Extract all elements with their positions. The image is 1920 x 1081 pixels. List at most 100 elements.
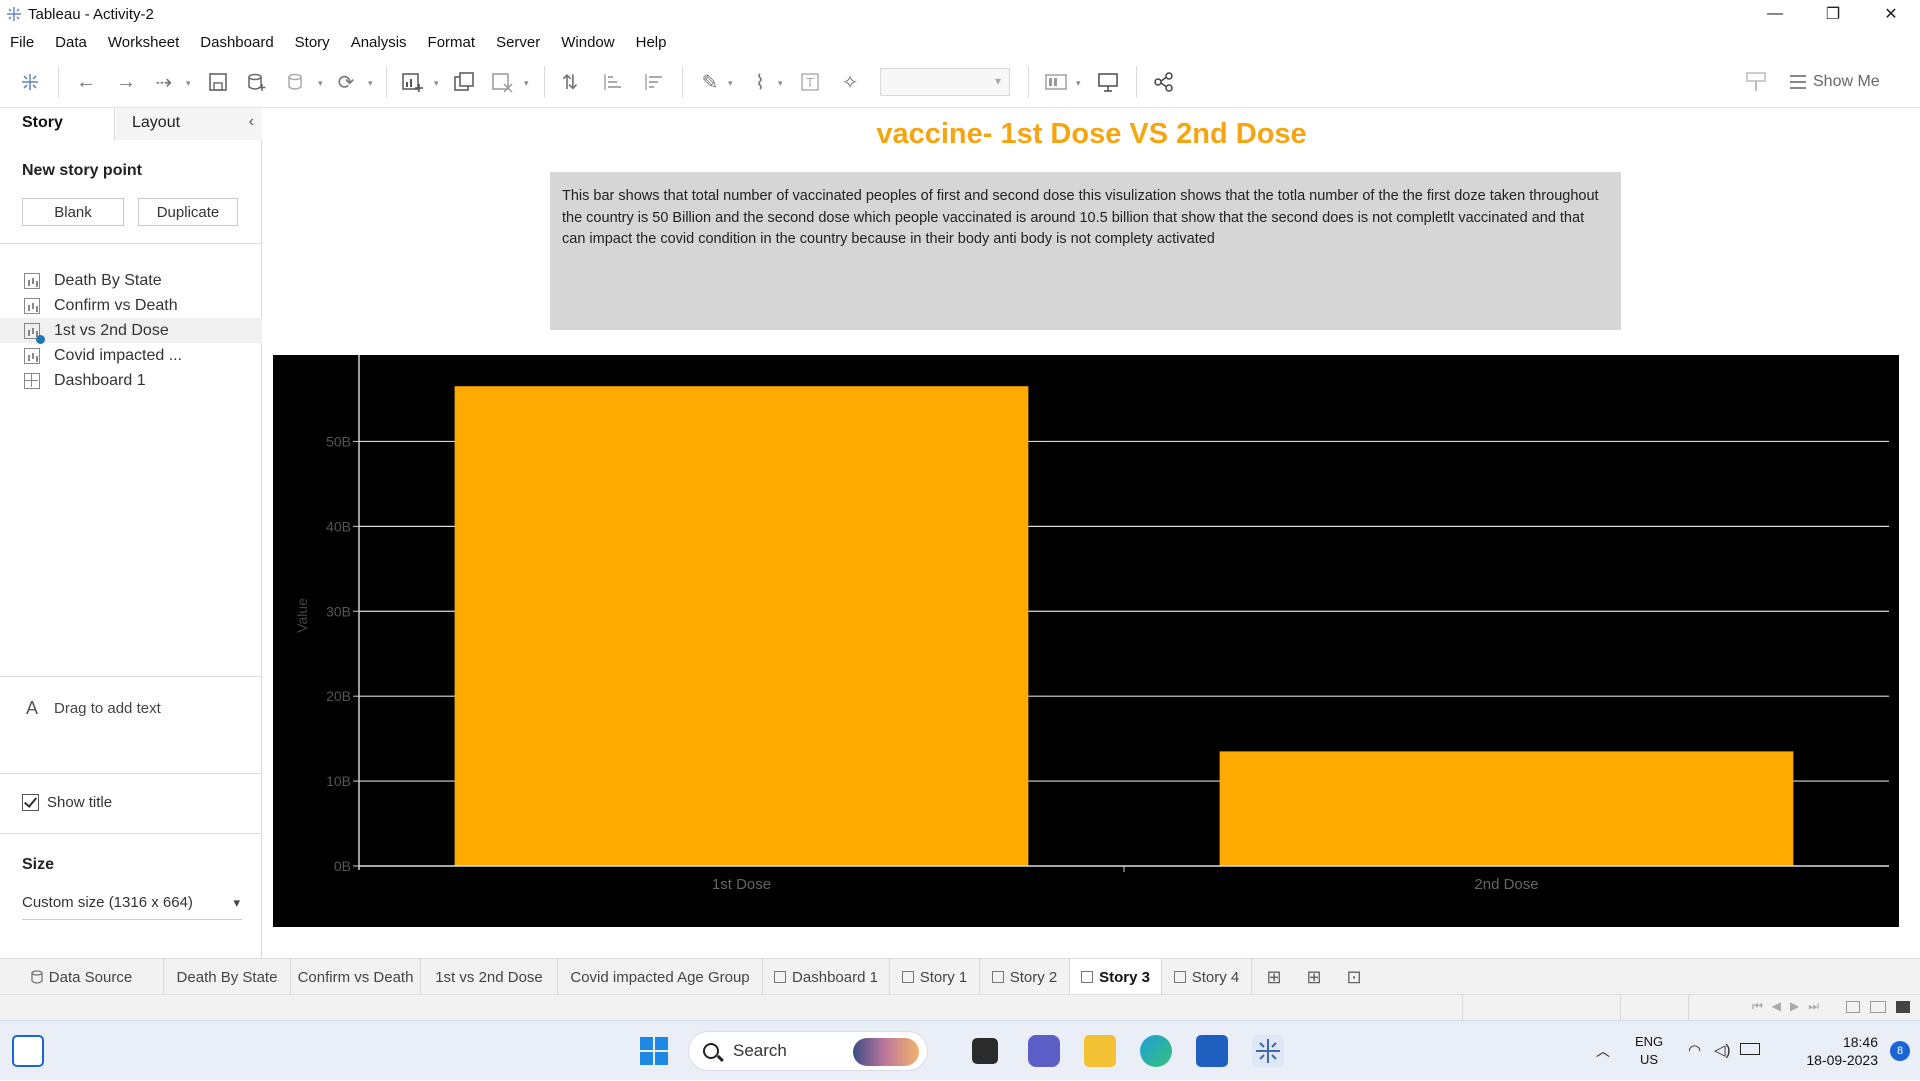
drag-to-add-text[interactable]: A Drag to add text (26, 698, 161, 719)
sort-ascending-icon[interactable] (600, 70, 624, 94)
group-dropdown-icon[interactable]: ▾ (778, 78, 783, 89)
story-title[interactable]: vaccine- 1st Dose VS 2nd Dose (263, 118, 1920, 151)
y-tick-label: 10B (326, 773, 351, 789)
sheet-sorter-view-icon[interactable] (1846, 1001, 1860, 1013)
notification-badge[interactable]: 8 (1890, 1041, 1910, 1061)
sheet-item-1st-vs-2nd-dose[interactable]: 1st vs 2nd Dose (0, 318, 262, 344)
story-point-caption[interactable]: This bar shows that total number of vacc… (550, 172, 1621, 330)
presentation-mode-icon[interactable] (1096, 70, 1120, 94)
sheet-item-confirm-vs-death[interactable]: Confirm vs Death (0, 293, 262, 318)
swap-rows-columns-icon[interactable]: ⇅ (558, 70, 582, 94)
menu-analysis[interactable]: Analysis (351, 34, 407, 51)
duplicate-sheet-icon[interactable] (452, 70, 476, 94)
highlight-pen-icon[interactable]: ✎ (698, 70, 722, 94)
menu-format[interactable]: Format (428, 34, 476, 51)
tableau-home-icon[interactable] (18, 70, 42, 94)
filmstrip-view-icon[interactable] (1870, 1001, 1886, 1013)
save-icon[interactable] (206, 70, 230, 94)
clear-sheet-icon[interactable] (490, 70, 514, 94)
menu-server[interactable]: Server (496, 34, 540, 51)
group-members-icon[interactable]: ⌇ (748, 70, 772, 94)
tab-layout[interactable]: Layout ‹ (116, 108, 262, 140)
new-worksheet-tab-icon[interactable]: ⊞ (1262, 965, 1286, 989)
task-view-icon[interactable] (972, 1038, 998, 1064)
minimize-button[interactable]: — (1746, 0, 1804, 28)
sheet-item-dashboard-1[interactable]: Dashboard 1 (0, 368, 262, 393)
start-menu-icon[interactable] (638, 1035, 670, 1067)
menu-help[interactable]: Help (636, 34, 667, 51)
tab-confirm-vs-death[interactable]: Confirm vs Death (291, 959, 421, 995)
pause-dropdown-icon[interactable]: ▾ (318, 78, 323, 89)
menu-worksheet[interactable]: Worksheet (108, 34, 179, 51)
duplicate-story-point-button[interactable]: Duplicate (138, 198, 238, 226)
highlight-dropdown-icon[interactable]: ▾ (728, 78, 733, 89)
search-label: Search (733, 1041, 787, 1060)
tableau-taskbar-icon[interactable] (1252, 1035, 1284, 1067)
sort-descending-icon[interactable] (641, 70, 665, 94)
tab-story-1[interactable]: Story 1 (890, 959, 980, 995)
format-painter-icon[interactable] (1744, 70, 1768, 94)
new-data-source-icon[interactable] (244, 70, 268, 94)
bar-chart[interactable]: 0B 10B 20B 30B 40B 50B Value 1st Dose 2nd Dose (273, 355, 1899, 927)
edge-browser-icon[interactable] (1140, 1035, 1172, 1067)
new-worksheet-dropdown-icon[interactable]: ▾ (434, 78, 439, 89)
share-icon[interactable] (1152, 70, 1176, 94)
collapse-chevron-icon[interactable]: ‹ (249, 113, 254, 131)
refresh-dropdown-icon[interactable]: ▾ (368, 78, 373, 89)
tab-1st-vs-2nd-dose[interactable]: 1st vs 2nd Dose (421, 959, 558, 995)
replay-dropdown-icon[interactable]: ▾ (186, 78, 191, 89)
menu-window[interactable]: Window (561, 34, 614, 51)
tab-death-by-state[interactable]: Death By State (164, 959, 291, 995)
tab-data-source[interactable]: Data Source (0, 959, 164, 995)
redo-icon[interactable]: → (114, 70, 138, 94)
show-cards-dropdown-icon[interactable]: ▾ (1076, 78, 1081, 89)
tab-story-3[interactable]: Story 3 (1070, 959, 1162, 995)
tab-covid-impacted-age-group[interactable]: Covid impacted Age Group (558, 959, 763, 995)
fix-axes-pin-icon[interactable]: ✧ (838, 70, 862, 94)
battery-icon[interactable] (1740, 1043, 1760, 1055)
new-dashboard-tab-icon[interactable]: ⊞ (1302, 965, 1326, 989)
tab-story[interactable]: Story (0, 108, 115, 140)
tab-story-2[interactable]: Story 2 (980, 959, 1070, 995)
show-title-checkbox[interactable]: Show title (22, 794, 112, 811)
tab-dashboard-1[interactable]: Dashboard 1 (763, 959, 890, 995)
menu-file[interactable]: File (10, 34, 34, 51)
tab-label: 1st vs 2nd Dose (435, 968, 543, 986)
y-tick-label: 30B (326, 603, 351, 619)
pause-updates-icon[interactable] (284, 70, 308, 94)
dashboard-icon (774, 971, 787, 983)
show-cards-icon[interactable] (1044, 70, 1068, 94)
microsoft-store-icon[interactable] (1196, 1035, 1228, 1067)
widgets-icon[interactable] (12, 1035, 44, 1067)
tab-label: Story 4 (1191, 968, 1240, 986)
sheet-navigation-icon[interactable]: ⏮◀▶⏭ (1752, 999, 1828, 1014)
show-mark-labels-icon[interactable]: T (798, 70, 822, 94)
new-worksheet-icon[interactable] (400, 70, 424, 94)
show-me-button[interactable]: Show Me (1790, 70, 1880, 94)
new-story-tab-icon[interactable]: ⊡ (1342, 965, 1366, 989)
fit-width-select[interactable] (880, 68, 1010, 96)
volume-icon[interactable]: ◁) (1714, 1041, 1731, 1059)
wifi-icon[interactable]: ◠ (1688, 1041, 1701, 1059)
teams-chat-icon[interactable] (1028, 1035, 1060, 1067)
show-hidden-icons-chevron-icon[interactable]: ︿ (1596, 1041, 1610, 1061)
file-explorer-icon[interactable] (1084, 1035, 1116, 1067)
menu-data[interactable]: Data (55, 34, 87, 51)
taskbar-clock[interactable]: 18:46 18-09-2023 (1788, 1033, 1878, 1069)
tabs-view-icon[interactable] (1896, 1001, 1910, 1013)
input-language[interactable]: ENG US (1635, 1033, 1663, 1069)
refresh-icon[interactable]: ⟳ (334, 70, 358, 94)
clear-sheet-dropdown-icon[interactable]: ▾ (524, 78, 529, 89)
restore-button[interactable]: ❐ (1804, 0, 1862, 28)
taskbar-search-box[interactable]: Search (688, 1031, 928, 1071)
sheet-item-death-by-state[interactable]: Death By State (0, 268, 262, 293)
replay-icon[interactable]: ⇢ (152, 70, 176, 94)
blank-story-point-button[interactable]: Blank (22, 198, 124, 226)
tab-story-4[interactable]: Story 4 (1162, 959, 1252, 995)
close-button[interactable]: ✕ (1862, 0, 1920, 28)
undo-icon[interactable]: ← (74, 70, 98, 94)
size-select[interactable]: Custom size (1316 x 664) (22, 894, 242, 920)
menu-dashboard[interactable]: Dashboard (200, 34, 273, 51)
sheet-item-covid-impacted[interactable]: Covid impacted ... (0, 343, 262, 368)
menu-story[interactable]: Story (295, 34, 330, 51)
